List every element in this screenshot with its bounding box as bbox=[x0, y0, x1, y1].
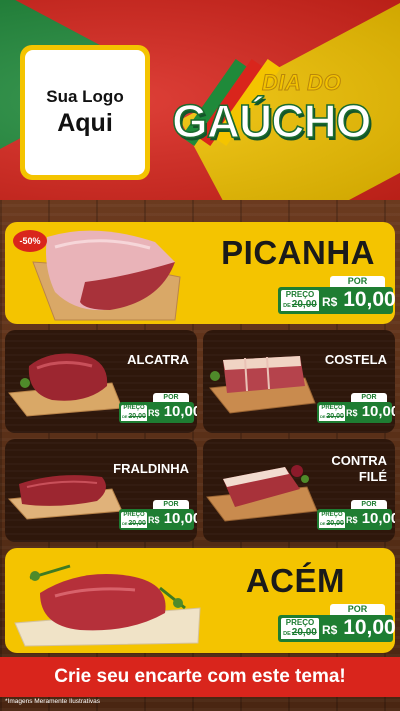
product-name-acem: ACÉM bbox=[245, 562, 345, 599]
price-tag-contra-file: POR PREÇO DE20,00 R$ 10,00KG bbox=[317, 500, 395, 530]
product-name-alcatra: ALCATRA bbox=[127, 352, 189, 367]
costela-image bbox=[209, 356, 316, 414]
logo-text-line2: Aqui bbox=[57, 109, 113, 137]
price-tag-picanha: POR PREÇO DE20,00 R$ 10,00KG bbox=[278, 276, 395, 314]
picanha-image bbox=[32, 230, 181, 321]
product-card-acem[interactable]: ACÉM POR PREÇO DE20,00 R$ 10,00KG bbox=[5, 548, 395, 653]
title-dia-do: DIA DO bbox=[261, 70, 342, 96]
contra-file-image bbox=[206, 465, 318, 522]
price-tag-costela: POR PREÇO DE20,00 R$ 10,00KG bbox=[317, 393, 395, 423]
alcatra-image bbox=[8, 353, 123, 417]
cta-text: Crie seu encarte com este tema! bbox=[54, 666, 346, 687]
disclaimer-text: *Imagens Meramente Ilustrativas bbox=[5, 698, 101, 705]
title-gaucho: GAÚCHO bbox=[171, 94, 372, 148]
header-banner: Sua Logo Aqui DIA DO GAÚCHO bbox=[0, 0, 400, 200]
product-card-contra-file[interactable]: CONTRA FILÉ POR PREÇO DE20,00 R$ 10,00KG bbox=[203, 439, 395, 542]
product-name-contra-file: CONTRA FILÉ bbox=[331, 453, 387, 485]
acem-image bbox=[14, 564, 201, 647]
product-card-fraldinha[interactable]: FRALDINHA POR PREÇO DE20,00 R$ 10,00KG bbox=[5, 439, 197, 542]
fraldinha-image bbox=[7, 475, 123, 520]
product-card-costela[interactable]: COSTELA POR PREÇO DE20,00 R$ 10,00KG bbox=[203, 330, 395, 433]
cta-banner[interactable]: Crie seu encarte com este tema! bbox=[0, 657, 400, 697]
logo-placeholder[interactable]: Sua Logo Aqui bbox=[20, 45, 150, 180]
price-tag-alcatra: POR PREÇO DE20,00 R$ 10,00KG bbox=[119, 393, 197, 423]
product-card-alcatra[interactable]: ALCATRA POR PREÇO DE20,00 R$ 10,00KG bbox=[5, 330, 197, 433]
product-card-picanha[interactable]: -50% PICANHA POR PREÇO DE20,00 R$ 10,00K… bbox=[5, 222, 395, 324]
discount-badge: -50% bbox=[13, 230, 47, 252]
logo-text-line1: Sua Logo bbox=[46, 87, 124, 106]
product-name-contra-file-line1: CONTRA bbox=[331, 453, 387, 468]
product-name-fraldinha: FRALDINHA bbox=[113, 461, 189, 476]
product-name-contra-file-line2: FILÉ bbox=[358, 469, 387, 484]
product-name-costela: COSTELA bbox=[324, 352, 387, 367]
price-tag-acem: POR PREÇO DE20,00 R$ 10,00KG bbox=[278, 604, 395, 642]
price-tag-fraldinha: POR PREÇO DE20,00 R$ 10,00KG bbox=[119, 500, 197, 530]
product-name-picanha: PICANHA bbox=[221, 234, 375, 271]
